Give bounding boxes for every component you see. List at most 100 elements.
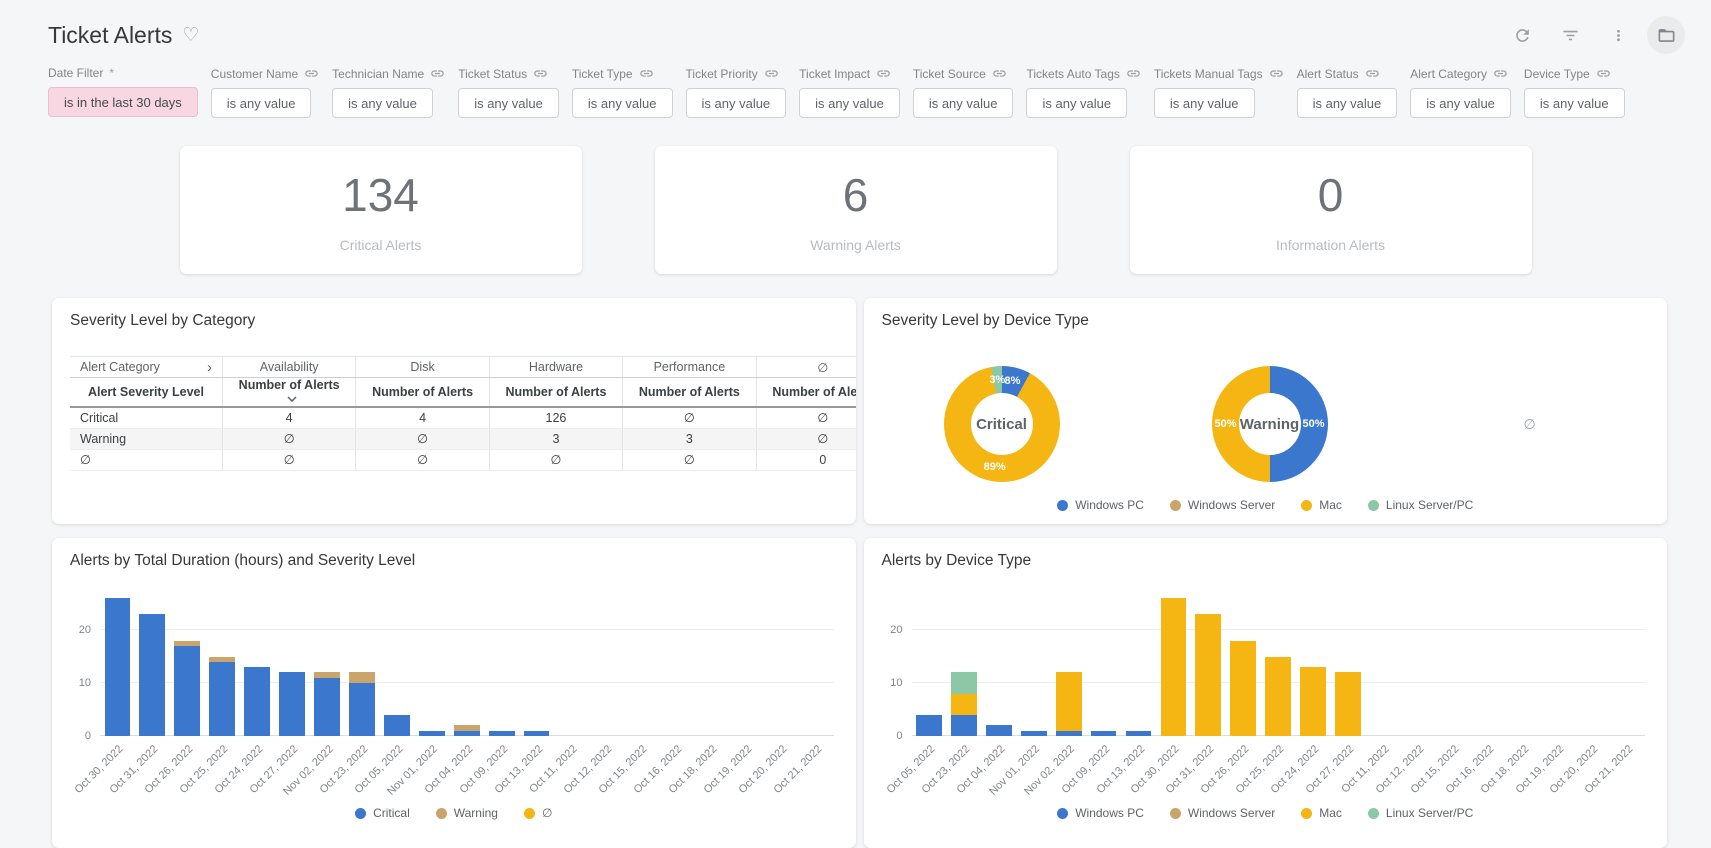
row-label-cell[interactable]: Critical <box>70 407 223 429</box>
device-type-legend: Windows PC Windows Server Mac Linux Server/… <box>882 806 1650 820</box>
value-cell[interactable]: ∅ <box>622 407 757 429</box>
more-options-button[interactable] <box>1599 16 1637 54</box>
card-title: Severity Level by Device Type <box>881 312 1089 329</box>
bar-oct-05-2022[interactable] <box>916 714 942 736</box>
bar-oct-30-2022[interactable] <box>104 598 131 736</box>
bar-oct-31-2022[interactable] <box>1195 614 1222 736</box>
filter-value-button[interactable]: is any value <box>1026 88 1128 118</box>
legend-item-linux-server-pc[interactable]: Linux Server/PC <box>1367 806 1473 820</box>
filter-value-button[interactable]: is any value <box>1153 88 1255 118</box>
bar-oct-27-2022[interactable] <box>279 672 305 736</box>
filter-value-button[interactable]: is any value <box>799 88 900 118</box>
bar-oct-23-2022[interactable] <box>349 672 375 736</box>
filter-ticket-priority: Ticket Priority is any value <box>685 66 787 118</box>
bar-segment-mac <box>950 693 977 715</box>
card-title: Alerts by Total Duration (hours) and Sev… <box>70 552 416 569</box>
legend-label: Mac <box>1319 806 1342 820</box>
filter-value-button[interactable]: is in the last 30 days <box>48 87 198 117</box>
value-cell[interactable]: 3 <box>489 428 624 450</box>
expand-chevron-icon[interactable]: › <box>207 359 212 376</box>
filter-value-button[interactable]: is any value <box>1410 88 1511 118</box>
filter-value-button[interactable]: is any value <box>458 88 559 118</box>
bar-oct-04-2022[interactable] <box>985 725 1012 736</box>
legend-item-windows-server[interactable]: Windows Server <box>1169 806 1275 820</box>
link-icon <box>765 70 778 77</box>
value-cell[interactable]: ∅ <box>355 449 490 471</box>
filter-tickets-auto-tags: Tickets Auto Tags is any value <box>1026 66 1140 118</box>
row-label-cell[interactable]: Warning <box>70 428 223 450</box>
filter-value-button[interactable]: is any value <box>912 88 1014 118</box>
link-icon <box>534 70 547 77</box>
legend-item-null[interactable]: ∅ <box>523 806 552 820</box>
legend-item-mac[interactable]: Mac <box>1301 806 1342 820</box>
link-icon <box>639 70 653 77</box>
value-cell[interactable]: ∅ <box>756 407 856 429</box>
legend-item-windows-pc[interactable]: Windows PC <box>1057 806 1144 820</box>
link-icon <box>305 70 318 77</box>
bar-oct-24-2022[interactable] <box>244 667 271 736</box>
filter-customer-name: Customer Name is any value <box>210 66 319 118</box>
metric-header-cell[interactable]: Number of Alerts <box>222 377 357 408</box>
kebab-menu-icon <box>1616 29 1620 41</box>
legend-item-windows-pc[interactable]: Windows PC <box>1057 498 1144 512</box>
value-cell[interactable]: ∅ <box>756 428 856 450</box>
link-icon <box>1596 70 1610 77</box>
sort-chevron-icon[interactable] <box>287 396 297 403</box>
legend-color-dot <box>1169 499 1181 511</box>
donut-chart-critical[interactable]: 8% 89% 3% Critical <box>943 366 1060 482</box>
legend-item-windows-server[interactable]: Windows Server <box>1169 498 1275 512</box>
bar-segment-mac <box>1335 672 1361 736</box>
bar-oct-24-2022[interactable] <box>1300 667 1327 736</box>
bar-oct-31-2022[interactable] <box>139 614 166 736</box>
value-cell[interactable]: ∅ <box>622 449 757 471</box>
filter-value-button[interactable]: is any value <box>1523 88 1625 118</box>
legend-item-critical[interactable]: Critical <box>355 806 410 820</box>
bar-oct-30-2022[interactable] <box>1160 598 1187 736</box>
bar-oct-25-2022[interactable] <box>209 656 236 736</box>
bar-segment-mac <box>1230 640 1257 736</box>
filter-value-button[interactable]: is any value <box>332 88 433 118</box>
filter-list-icon <box>1562 30 1578 40</box>
filter-value-button[interactable]: is any value <box>1296 88 1398 118</box>
value-cell[interactable]: 3 <box>622 428 757 450</box>
folder-button[interactable] <box>1647 16 1685 54</box>
bar-oct-04-2022[interactable] <box>453 725 480 736</box>
kpi-information-alerts: 0 Information Alerts <box>1129 146 1532 274</box>
bar-oct-26-2022[interactable] <box>1230 640 1257 736</box>
bar-segment-windows-pc <box>950 714 977 736</box>
legend-label: Critical <box>373 806 410 820</box>
value-cell[interactable]: ∅ <box>222 449 357 471</box>
value-cell[interactable]: ∅ <box>355 428 490 450</box>
donut-chart-warning[interactable]: 50% 50% Warning <box>1211 366 1328 482</box>
bar-nov-02-2022[interactable] <box>1055 672 1082 736</box>
bar-nov-02-2022[interactable] <box>314 672 340 736</box>
value-cell[interactable]: 126 <box>489 407 624 429</box>
filter-value-button[interactable]: is any value <box>571 88 673 118</box>
legend-item-mac[interactable]: Mac <box>1301 498 1342 512</box>
legend-item-linux-server-pc[interactable]: Linux Server/PC <box>1367 498 1473 512</box>
bar-oct-26-2022[interactable] <box>174 640 201 736</box>
link-icon <box>431 70 444 77</box>
value-cell[interactable]: 0 <box>756 449 856 471</box>
bar-segment-critical <box>244 667 271 736</box>
bar-oct-05-2022[interactable] <box>383 714 410 736</box>
filter-toggle-button[interactable] <box>1551 16 1589 54</box>
filter-value-button[interactable]: is any value <box>685 88 787 118</box>
filter-value-button[interactable]: is any value <box>210 88 312 118</box>
link-icon <box>993 70 1006 77</box>
card-title: Severity Level by Category <box>70 312 256 329</box>
bar-oct-25-2022[interactable] <box>1265 656 1292 736</box>
filter-technician-name: Technician Name is any value <box>332 66 445 118</box>
row-label-cell[interactable]: ∅ <box>70 449 223 471</box>
value-cell[interactable]: 4 <box>355 407 490 429</box>
bar-oct-27-2022[interactable] <box>1335 672 1361 736</box>
kpi-label: Information Alerts <box>1276 236 1385 253</box>
bar-oct-23-2022[interactable] <box>950 672 977 736</box>
value-cell[interactable]: ∅ <box>222 428 357 450</box>
legend-item-warning[interactable]: Warning <box>435 806 498 820</box>
refresh-button[interactable] <box>1503 16 1541 54</box>
favorite-heart-icon[interactable]: ♡ <box>182 26 199 45</box>
y-tick-label: 0 <box>896 730 903 742</box>
value-cell[interactable]: 4 <box>222 407 357 429</box>
value-cell[interactable]: ∅ <box>489 449 624 471</box>
